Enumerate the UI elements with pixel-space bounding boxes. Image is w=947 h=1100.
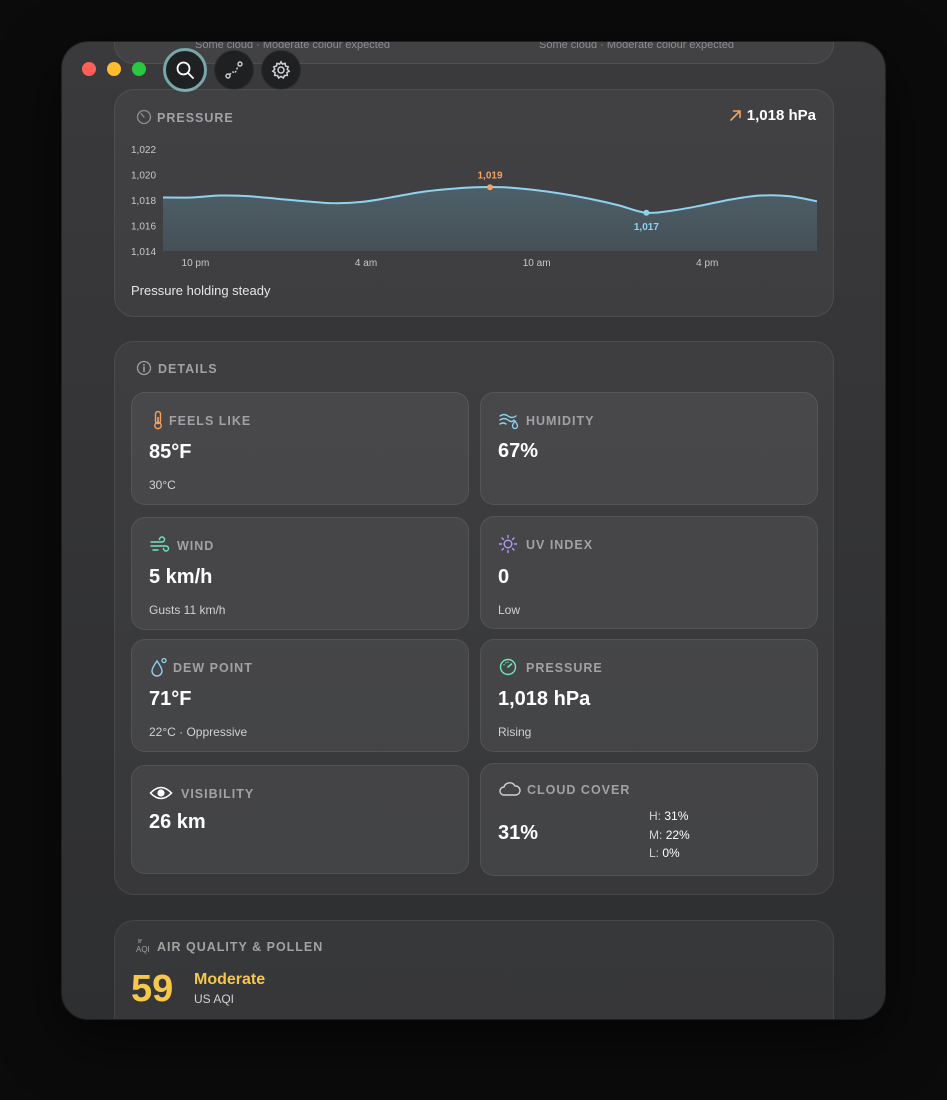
gauge-icon bbox=[499, 658, 517, 676]
pressure-chart: 1,022 1,020 1,018 1,016 1,014 1,019 1,017 10 pm… bbox=[131, 145, 818, 269]
cloud-layer-high: H: 31% bbox=[649, 809, 689, 823]
wind-tile[interactable]: WIND 5 km/h Gusts 11 km/h bbox=[131, 517, 469, 630]
x-tick-label: 10 pm bbox=[182, 258, 210, 269]
info-icon bbox=[136, 360, 152, 376]
aqi-scale: US AQI bbox=[194, 992, 235, 1006]
y-tick-label: 1,018 bbox=[131, 196, 156, 207]
y-tick-label: 1,014 bbox=[131, 247, 156, 258]
pressure-tile-label: PRESSURE bbox=[526, 661, 603, 675]
feels-like-label: FEELS LIKE bbox=[169, 414, 252, 428]
pressure-chart-title: PRESSURE bbox=[157, 111, 234, 125]
aqi-icon: AQI bbox=[136, 939, 150, 954]
route-icon bbox=[225, 61, 243, 79]
visibility-label: VISIBILITY bbox=[181, 787, 255, 801]
zoom-window-button[interactable] bbox=[132, 62, 146, 76]
wind-label: WIND bbox=[177, 539, 215, 553]
arrow-up-right-icon bbox=[730, 110, 741, 121]
dew-point-sub: 22°C · Oppressive bbox=[149, 725, 248, 739]
y-tick-label: 1,016 bbox=[131, 222, 156, 233]
pressure-tile[interactable]: PRESSURE 1,018 hPa Rising bbox=[480, 639, 818, 752]
forecast-left-text: Some cloud · Moderate colour expected bbox=[195, 42, 391, 51]
humidity-label: HUMIDITY bbox=[526, 414, 595, 428]
minimize-window-button[interactable] bbox=[107, 62, 121, 76]
feels-like-tile[interactable]: FEELS LIKE 85°F 30°C bbox=[131, 392, 469, 505]
forecast-right-text: Some cloud · Moderate colour expected bbox=[539, 42, 735, 51]
cloud-layer-low: L: 0% bbox=[649, 846, 680, 860]
search-button[interactable] bbox=[163, 48, 207, 92]
details-card: DETAILS FEELS LIKE 85°F 30°C HUMIDITY 67… bbox=[114, 341, 834, 895]
air-quality-card[interactable]: AQI AIR QUALITY & POLLEN 59 Moderate US … bbox=[114, 920, 834, 1019]
low-point-marker bbox=[643, 209, 650, 216]
dew-point-label: DEW POINT bbox=[173, 661, 253, 675]
cloud-layer-mid: M: 22% bbox=[649, 827, 690, 842]
magnifier-icon bbox=[176, 61, 194, 79]
cloud-cover-tile[interactable]: CLOUD COVER 31% H: 31% M: 22% L: 0% bbox=[480, 763, 818, 876]
thermometer-icon bbox=[154, 410, 162, 430]
eye-icon bbox=[149, 786, 173, 800]
pressure-tile-sub: Rising bbox=[498, 725, 532, 739]
uv-index-value: 0 bbox=[498, 566, 510, 588]
cloud-icon bbox=[499, 782, 521, 796]
visibility-value: 26 km bbox=[149, 811, 206, 833]
cloud-cover-value: 31% bbox=[498, 822, 539, 844]
aqi-category: Moderate bbox=[194, 971, 266, 988]
y-tick-label: 1,020 bbox=[131, 171, 156, 182]
cloud-cover-label: CLOUD COVER bbox=[527, 783, 631, 797]
humidity-tile[interactable]: HUMIDITY 67% bbox=[480, 392, 818, 505]
aqi-value: 59 bbox=[131, 968, 174, 1010]
uv-index-tile[interactable]: UV INDEX 0 Low bbox=[480, 516, 818, 629]
high-point-marker bbox=[487, 184, 493, 191]
wind-icon bbox=[150, 536, 170, 552]
uv-index-sub: Low bbox=[498, 603, 521, 617]
dew-point-tile[interactable]: DEW POINT 71°F 22°C · Oppressive bbox=[131, 639, 469, 752]
sun-icon bbox=[498, 534, 518, 554]
cloud-layers-list: H: 31% M: 22% L: 0% bbox=[649, 807, 690, 863]
drop-icon bbox=[151, 657, 167, 677]
uv-index-label: UV INDEX bbox=[526, 538, 594, 552]
pressure-tile-value: 1,018 hPa bbox=[498, 688, 591, 710]
x-tick-label: 4 am bbox=[355, 258, 377, 269]
feels-like-value: 85°F bbox=[149, 441, 192, 463]
weather-window: Some cloud · Moderate colour expected So… bbox=[62, 42, 885, 1019]
humidity-value: 67% bbox=[498, 440, 539, 462]
route-button[interactable] bbox=[214, 50, 254, 90]
dew-point-value: 71°F bbox=[149, 688, 192, 710]
wind-sub: Gusts 11 km/h bbox=[149, 603, 226, 617]
y-tick-label: 1,022 bbox=[131, 145, 156, 156]
x-tick-label: 10 am bbox=[523, 258, 551, 269]
gauge-small-icon bbox=[136, 109, 152, 125]
feels-like-sub: 30°C bbox=[149, 478, 176, 492]
gear-icon bbox=[271, 60, 291, 80]
close-window-button[interactable] bbox=[82, 62, 96, 76]
pressure-status-text: Pressure holding steady bbox=[131, 283, 271, 298]
settings-button[interactable] bbox=[261, 50, 301, 90]
visibility-tile[interactable]: VISIBILITY 26 km bbox=[131, 765, 469, 874]
x-tick-label: 4 pm bbox=[696, 258, 718, 269]
wind-value: 5 km/h bbox=[149, 566, 213, 588]
details-title: DETAILS bbox=[158, 362, 218, 376]
pressure-current-value: 1,018 hPa bbox=[746, 107, 816, 124]
low-point-label: 1,017 bbox=[634, 222, 659, 233]
svg-text:AQI: AQI bbox=[136, 945, 150, 954]
humidity-icon bbox=[499, 413, 519, 430]
air-quality-title: AIR QUALITY & POLLEN bbox=[157, 940, 324, 954]
high-point-label: 1,019 bbox=[477, 170, 502, 181]
pressure-chart-card: PRESSURE 1,018 hPa 1,022 1,020 1,018 1,016 1… bbox=[114, 89, 834, 317]
